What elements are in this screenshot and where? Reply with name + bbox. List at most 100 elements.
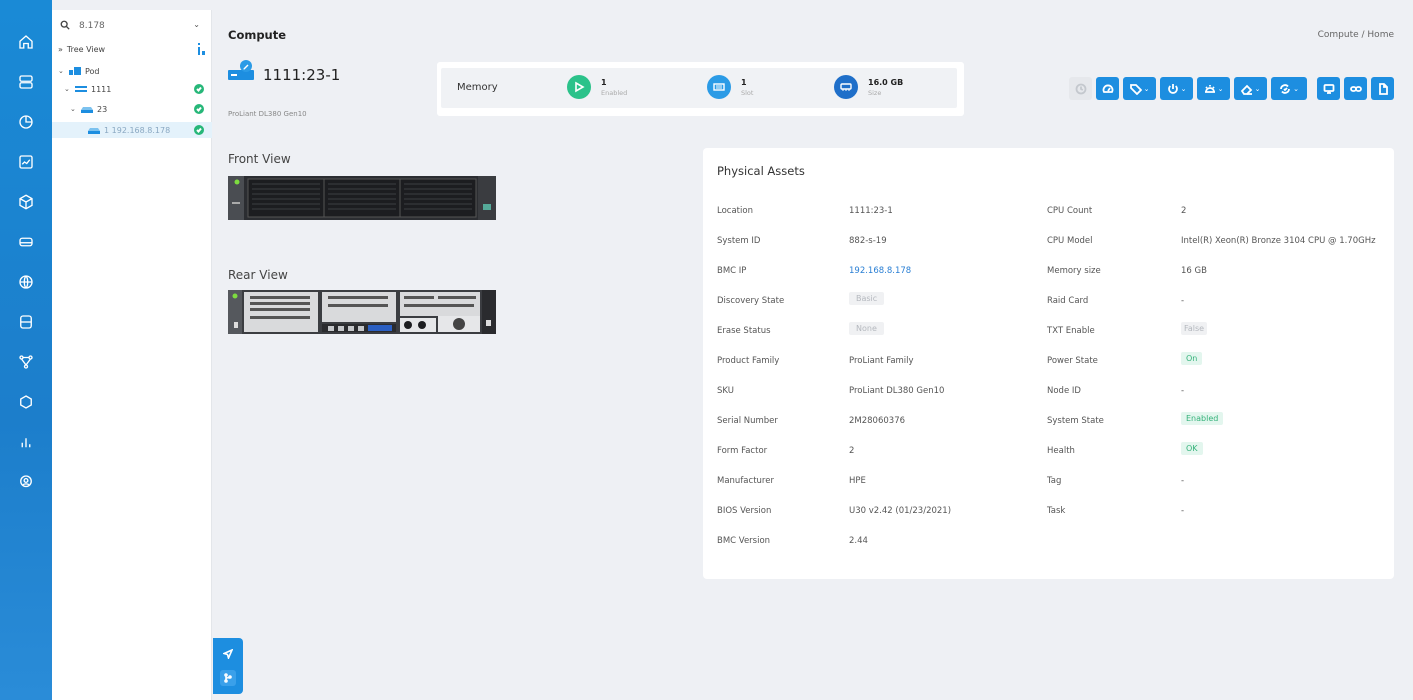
tree-node-rack[interactable]: ⌄ 1111 <box>64 82 210 96</box>
tree-node-server: 1 192.168.8.178 <box>88 123 210 137</box>
asset-row: SKU ProLiant DL380 Gen10 Node ID - <box>703 386 1394 400</box>
tree-panel: 8.178 ⌄ » Tree View ⌄ Pod ⌄ 1111 ⌄ 23 1 … <box>52 10 212 700</box>
search-icon <box>60 20 72 32</box>
bar-chart-icon[interactable] <box>14 430 38 454</box>
floating-actions <box>213 638 243 694</box>
hexagon-icon[interactable] <box>14 390 38 414</box>
asset-key: Tag <box>1047 476 1062 486</box>
git-branch-icon[interactable] <box>220 670 236 686</box>
chevron-down-icon: ⌄ <box>1254 84 1261 93</box>
asset-key: Manufacturer <box>717 476 774 486</box>
sync-icon <box>1280 83 1290 94</box>
bmc-ip-link[interactable]: 192.168.8.178 <box>849 266 911 276</box>
tree-node-chassis[interactable]: ⌄ 23 <box>70 102 210 116</box>
chevron-down-icon: ⌄ <box>58 67 64 75</box>
home-icon[interactable] <box>14 30 38 54</box>
refresh-button[interactable] <box>1069 77 1092 100</box>
console-button[interactable] <box>1317 77 1340 100</box>
asset-value: - <box>1181 476 1185 486</box>
stat-label: Slot <box>741 88 754 97</box>
physical-assets-title: Physical Assets <box>717 164 805 178</box>
dashboard-button[interactable] <box>1096 77 1119 100</box>
stat-value: 1 <box>741 77 747 87</box>
stat-label: Size <box>868 88 882 97</box>
tag-menu-button[interactable]: ⌄ <box>1123 77 1156 100</box>
tree-search[interactable]: 8.178 ⌄ <box>60 16 208 36</box>
document-button[interactable] <box>1371 77 1394 100</box>
link-button[interactable] <box>1344 77 1367 100</box>
security-badge-icon[interactable] <box>14 470 38 494</box>
asset-key: Power State <box>1047 356 1098 366</box>
memory-enabled-stat: 1 Enabled <box>567 75 627 99</box>
tree-view-label: Tree View <box>66 44 106 54</box>
compute-icon[interactable] <box>14 230 38 254</box>
monitor-icon <box>1323 83 1334 94</box>
info-icon[interactable] <box>196 42 206 56</box>
asset-value: - <box>1181 296 1185 306</box>
monitor-chart-icon[interactable] <box>14 150 38 174</box>
chassis-icon <box>81 105 93 113</box>
asset-value: 2.44 <box>849 536 868 546</box>
asset-key: System State <box>1047 416 1104 426</box>
asset-row: Serial Number 2M28060376 System State En… <box>703 412 1394 430</box>
tree-node-pod[interactable]: ⌄ Pod <box>58 64 100 78</box>
asset-key: Discovery State <box>717 296 785 306</box>
asset-key: Raid Card <box>1047 296 1089 306</box>
memory-size-stat: 16.0 GB Size <box>834 75 903 99</box>
stat-value: 1 <box>601 77 607 87</box>
asset-key: SKU <box>717 386 734 396</box>
network-topology-icon[interactable] <box>14 350 38 374</box>
send-icon[interactable] <box>220 646 236 662</box>
power-menu-button[interactable]: ⌄ <box>1160 77 1193 100</box>
asset-row: BMC IP 192.168.8.178 Memory size 16 GB <box>703 266 1394 280</box>
server-edit-icon[interactable] <box>228 60 254 80</box>
memory-label: Memory <box>457 82 498 93</box>
pod-icon <box>69 67 81 75</box>
rear-view-label: Rear View <box>228 268 288 282</box>
erase-menu-button[interactable]: ⌄ <box>1234 77 1267 100</box>
status-badge: None <box>849 322 884 335</box>
asset-value: ProLiant Family <box>849 356 914 366</box>
chevron-down-icon: ⌄ <box>1180 84 1187 93</box>
asset-row: Erase Status None TXT Enable False <box>703 322 1394 340</box>
status-badge: False <box>1181 322 1208 335</box>
server-rack-icon[interactable] <box>14 70 38 94</box>
rack-icon <box>75 85 87 93</box>
status-check-icon <box>194 84 204 94</box>
asset-value: ProLiant DL380 Gen10 <box>849 386 945 396</box>
deploy-menu-button[interactable]: ⌄ <box>1271 77 1307 100</box>
asset-row: Discovery State Basic Raid Card - <box>703 292 1394 310</box>
stat-label: Enabled <box>601 88 628 97</box>
chevron-down-icon: ⌄ <box>1217 84 1224 93</box>
pie-chart-icon[interactable] <box>14 110 38 134</box>
cube-icon[interactable] <box>14 190 38 214</box>
asset-row: Product Family ProLiant Family Power Sta… <box>703 352 1394 370</box>
chevron-down-icon: ⌄ <box>1293 84 1299 93</box>
tree-node-selected[interactable]: 1 192.168.8.178 <box>52 122 212 138</box>
asset-key: CPU Model <box>1047 236 1093 246</box>
link-icon <box>1349 85 1362 92</box>
tree-node-label: 23 <box>97 104 108 114</box>
chevron-down-icon[interactable]: ⌄ <box>193 20 200 29</box>
asset-value: 882-s-19 <box>849 236 887 246</box>
light-menu-button[interactable]: ⌄ <box>1197 77 1230 100</box>
asset-key: Task <box>1047 506 1066 516</box>
power-icon <box>1167 83 1178 94</box>
asset-value: 2 <box>1181 206 1187 216</box>
sun-icon <box>1204 84 1215 93</box>
breadcrumb[interactable]: Compute / Home <box>1318 30 1394 40</box>
asset-key: BMC Version <box>717 536 771 546</box>
tree-node-label: 1111 <box>91 84 112 94</box>
globe-icon[interactable] <box>14 270 38 294</box>
status-badge: OK <box>1181 442 1203 455</box>
storage-icon[interactable] <box>14 310 38 334</box>
asset-key: BMC IP <box>717 266 747 276</box>
file-icon <box>1378 82 1388 95</box>
memory-summary: Memory 1 Enabled 1 Slot 16.0 GB Size <box>441 68 957 108</box>
ram-icon <box>834 75 858 99</box>
asset-value: HPE <box>849 476 866 486</box>
tree-view-toggle[interactable]: » Tree View <box>58 42 210 56</box>
asset-key: Memory size <box>1047 266 1101 276</box>
asset-key: Node ID <box>1047 386 1081 396</box>
asset-value: 2 <box>849 446 855 456</box>
